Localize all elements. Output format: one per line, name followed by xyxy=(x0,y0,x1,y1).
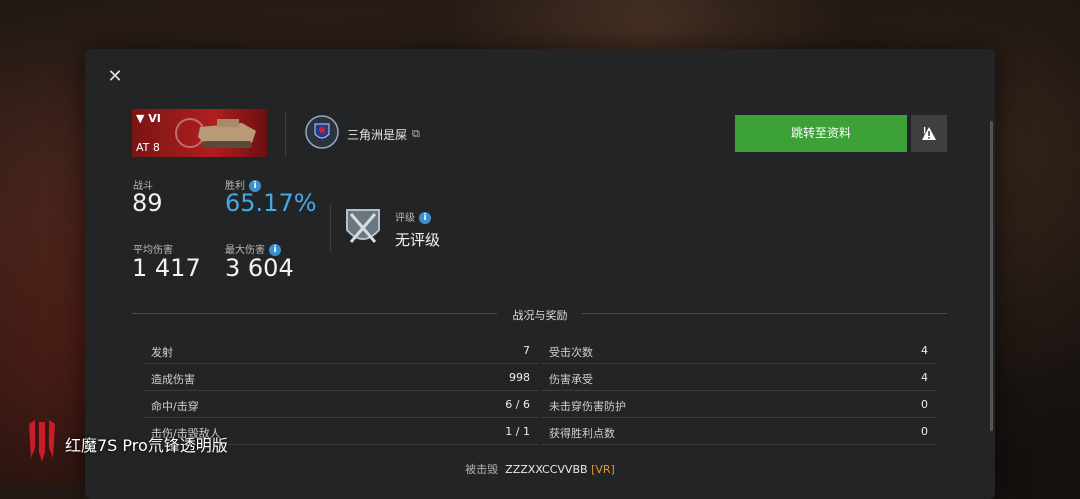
player-name: 三角洲是屎 xyxy=(347,128,408,142)
device-watermark: 红魔7S Pro氘锋透明版 xyxy=(65,436,228,455)
table-row: 获得胜利点数 0 xyxy=(541,418,936,445)
avg-damage-value: 1 417 xyxy=(132,254,201,282)
tank-card: ▼ VI AT 8 xyxy=(132,109,267,157)
table-row: 伤害承受 4 xyxy=(541,364,936,391)
section-line-right xyxy=(582,313,947,314)
killer-clan: [VR] xyxy=(591,463,615,476)
section-title: 战况与奖励 xyxy=(512,309,568,322)
info-icon[interactable]: i xyxy=(419,212,431,224)
divider xyxy=(285,111,286,156)
killer-name[interactable]: ZZZXXCCVVBB xyxy=(505,463,587,476)
table-row: 发射 7 xyxy=(143,337,538,364)
rating-value: 无评级 xyxy=(395,231,441,249)
warning-triangle-icon xyxy=(922,127,936,140)
rating-label: 评级 i xyxy=(395,209,431,224)
divider xyxy=(330,205,331,251)
table-row: 造成伤害 998 xyxy=(143,364,538,391)
close-icon[interactable]: ✕ xyxy=(107,68,123,86)
report-button[interactable]: ! xyxy=(911,115,947,152)
profile-button[interactable]: 跳转至资料 xyxy=(735,115,907,152)
tank-image-icon xyxy=(175,118,256,148)
winrate-value: 65.17% xyxy=(225,189,317,217)
rating-shield-icon xyxy=(346,209,380,243)
max-damage-value: 3 604 xyxy=(225,254,294,282)
tank-name: AT 8 xyxy=(136,141,160,154)
table-row: 受击次数 4 xyxy=(541,337,936,364)
clan-emblem-icon xyxy=(305,115,339,149)
copy-icon[interactable]: ⧉ xyxy=(412,127,420,141)
tank-tier: ▼ VI xyxy=(136,112,161,125)
table-row: 命中/击穿 6 / 6 xyxy=(143,391,538,418)
scrollbar[interactable] xyxy=(990,121,993,431)
destroyed-by: 被击毁 ZZZXXCCVVBB [VR] xyxy=(465,463,615,476)
table-row: 未击穿伤害防护 0 xyxy=(541,391,936,418)
redmagic-logo-icon xyxy=(29,420,55,462)
battles-value: 89 xyxy=(132,189,163,217)
